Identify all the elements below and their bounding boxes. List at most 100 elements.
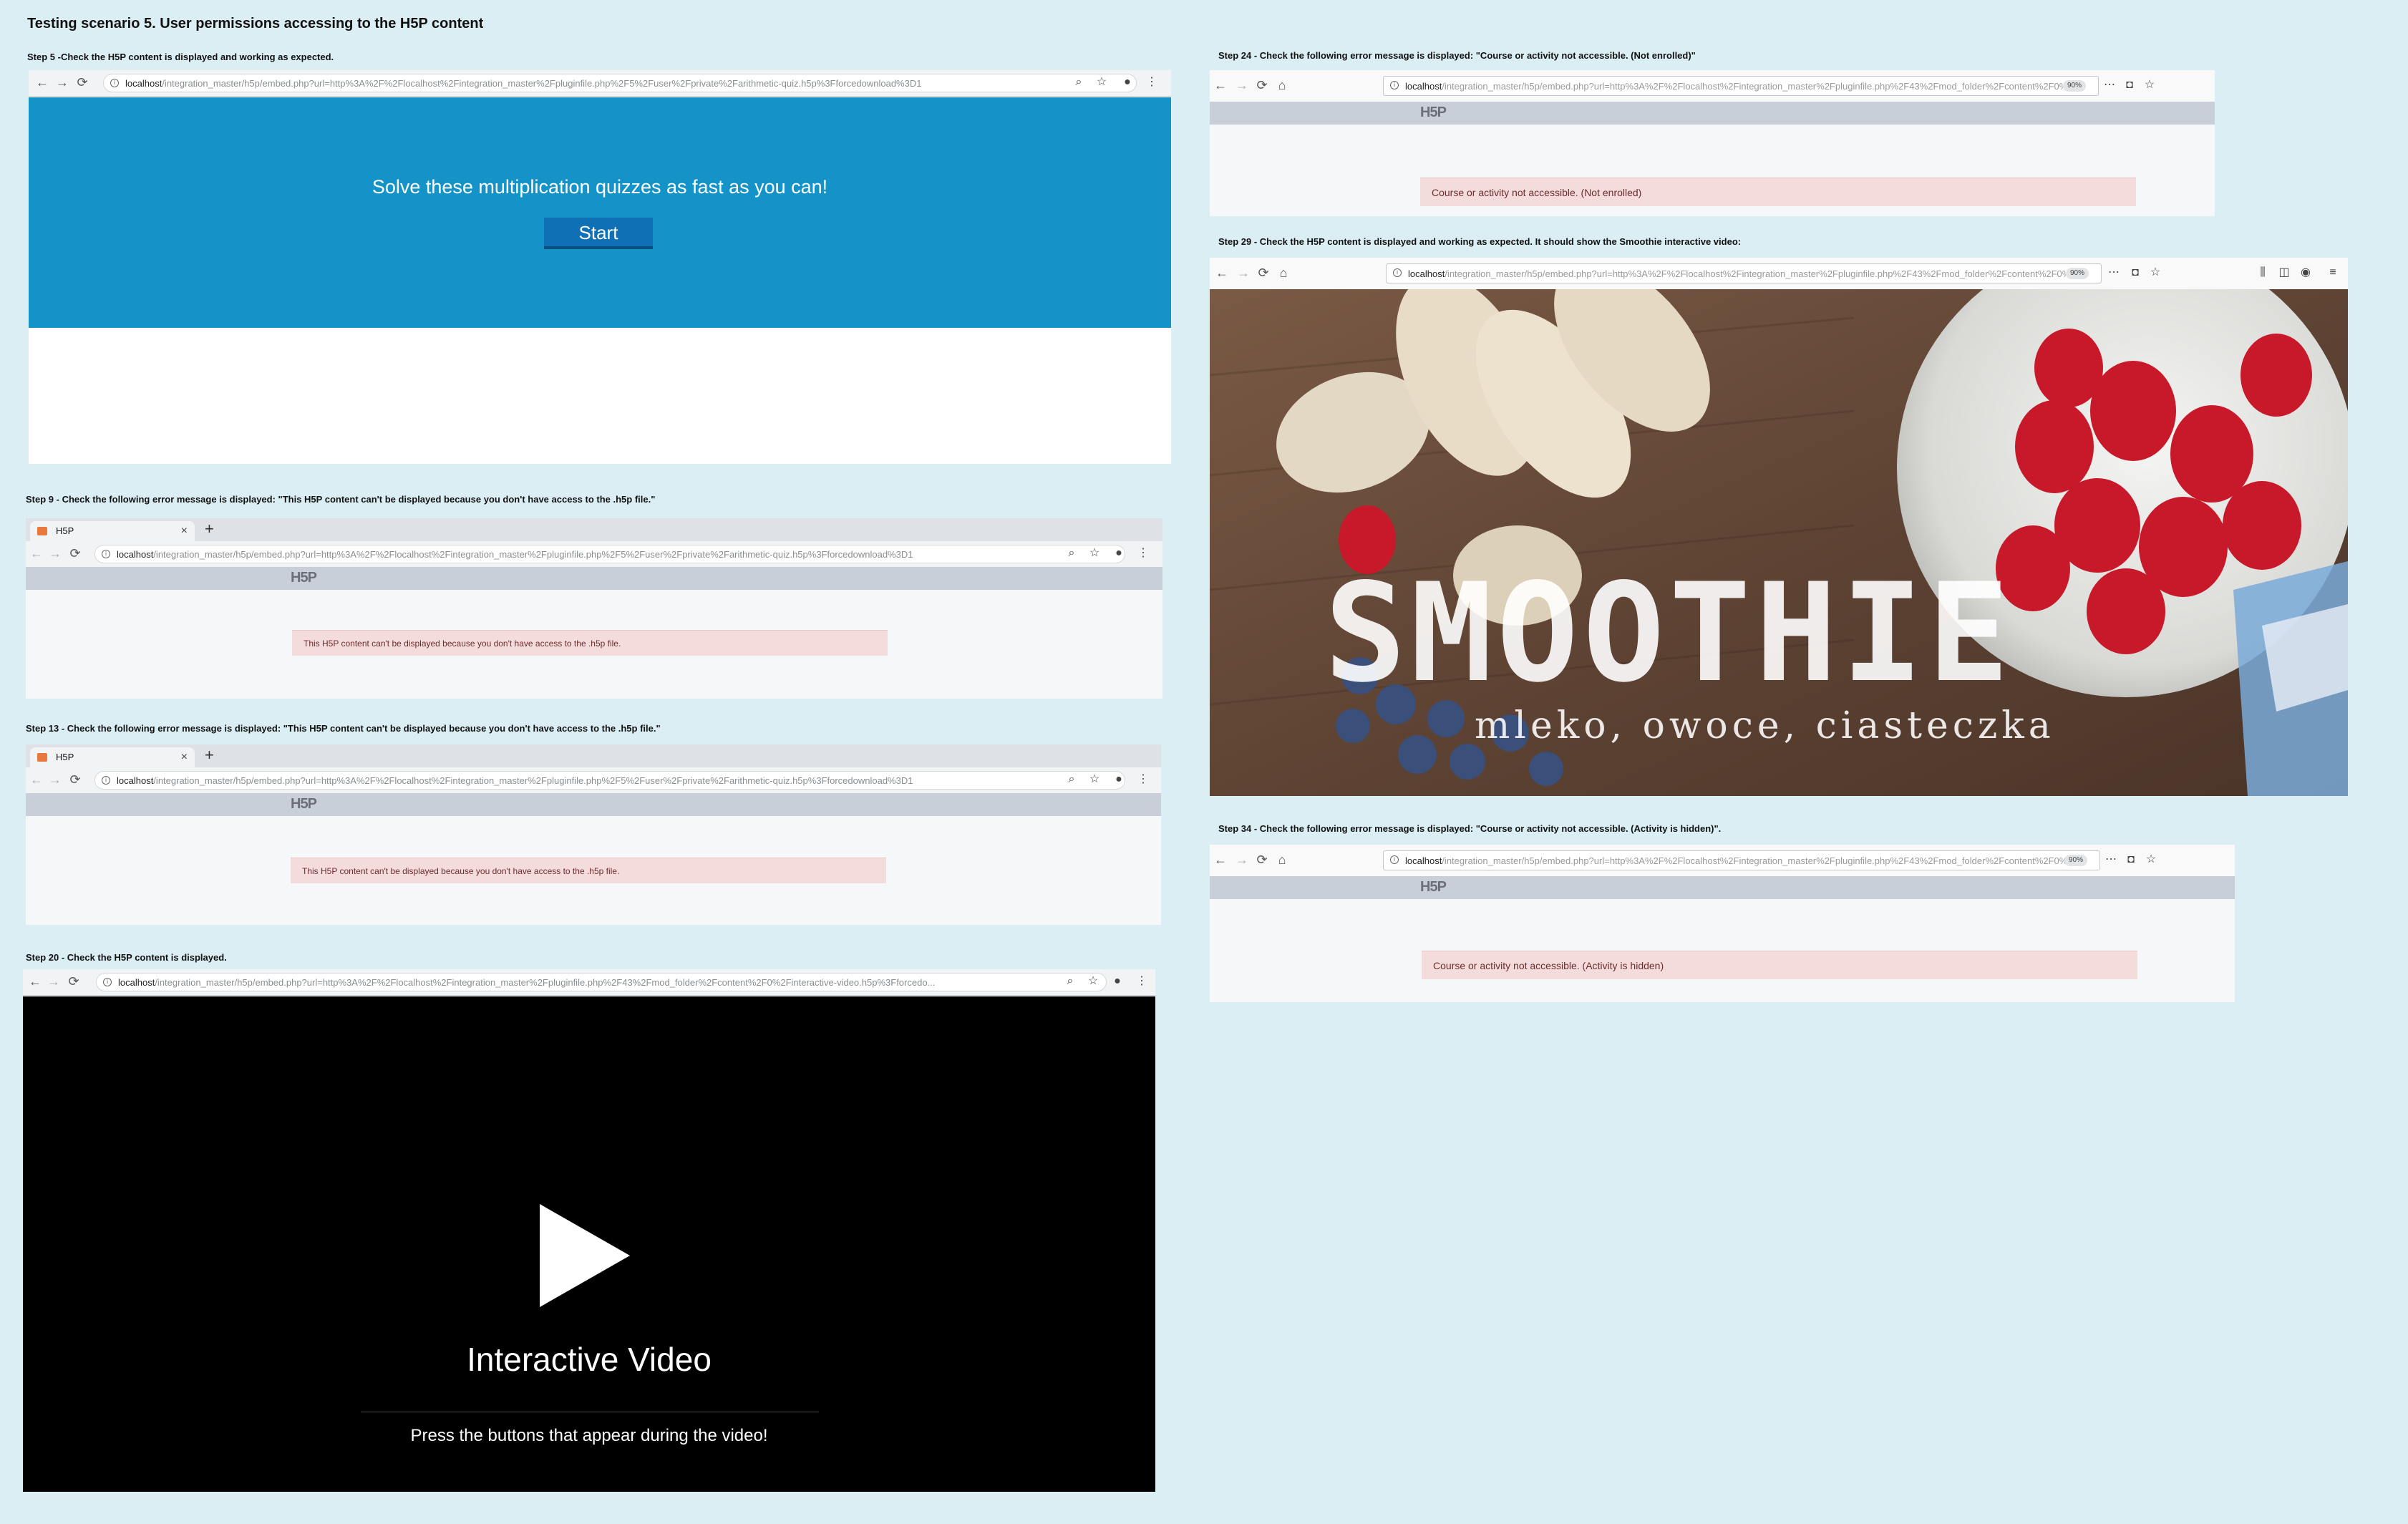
menu-dots-icon[interactable]: ⋮ [1135, 772, 1151, 787]
reload-icon[interactable]: ⟳ [1256, 265, 1271, 281]
close-icon[interactable]: × [181, 521, 188, 541]
sidebar-icon[interactable]: ◫ [2276, 266, 2292, 280]
pocket-icon[interactable]: ◘ [2127, 266, 2143, 280]
search-icon[interactable]: ⌕ [1071, 75, 1087, 89]
step-29-caption: Step 29 - Check the H5P content is displ… [1218, 236, 1742, 247]
tab-title: H5P [56, 525, 74, 536]
menu-dots-icon[interactable]: ⋮ [1134, 974, 1150, 989]
url-host: localhost [118, 977, 155, 988]
reload-icon[interactable]: ⟳ [67, 772, 83, 787]
menu-dots-icon[interactable]: ⋯ [2103, 853, 2119, 867]
account-icon[interactable]: ● [1111, 772, 1127, 787]
info-icon[interactable]: i [1390, 81, 1399, 89]
forward-arrow-icon[interactable]: → [54, 74, 70, 90]
address-bar[interactable]: i localhost/integration_master/h5p/embed.… [96, 973, 1107, 991]
url-host: localhost [125, 78, 162, 89]
address-bar[interactable]: i localhost/integration_master/h5p/embed.… [94, 545, 1125, 563]
info-icon[interactable]: i [102, 776, 110, 785]
back-arrow-icon[interactable]: ← [34, 74, 50, 90]
reload-icon[interactable]: ⟳ [74, 74, 90, 90]
hamburger-menu-icon[interactable]: ≡ [2325, 266, 2341, 280]
menu-dots-icon[interactable]: ⋮ [1135, 546, 1151, 560]
search-icon[interactable]: ⌕ [1062, 974, 1078, 989]
search-icon[interactable]: ⌕ [1064, 772, 1079, 787]
browser-tab[interactable]: H5P × [30, 521, 195, 541]
back-arrow-icon[interactable]: ← [29, 772, 44, 787]
url-host: localhost [1405, 855, 1442, 866]
forward-arrow-icon[interactable]: → [1234, 77, 1250, 93]
info-icon[interactable]: i [1390, 855, 1399, 864]
back-arrow-icon[interactable]: ← [1213, 852, 1228, 868]
forward-arrow-icon[interactable]: → [47, 772, 63, 787]
search-icon[interactable]: ⌕ [1064, 546, 1079, 560]
video-player[interactable]: Interactive Video Press the buttons that… [23, 996, 1155, 1492]
home-icon[interactable]: ⌂ [1274, 852, 1290, 868]
tab-strip: H5P × + [26, 518, 1162, 541]
step-5-screenshot: ← → ⟳ i localhost/integration_master/h5p/… [29, 70, 1171, 464]
error-message: Course or activity not accessible. (Not … [1420, 178, 2136, 206]
menu-dots-icon[interactable]: ⋯ [2106, 266, 2122, 280]
info-icon[interactable]: i [110, 79, 119, 87]
zoom-level[interactable]: 90% [2064, 855, 2088, 866]
browser-toolbar: ← → ⟳ i localhost/integration_master/h5p/… [23, 969, 1155, 996]
home-icon[interactable]: ⌂ [1274, 77, 1290, 93]
address-bar[interactable]: i localhost/integration_master/h5p/embed.… [94, 771, 1125, 790]
back-arrow-icon[interactable]: ← [27, 974, 43, 989]
library-icon[interactable]: ⫼ [2255, 266, 2271, 280]
menu-dots-icon[interactable]: ⋮ [1144, 75, 1160, 89]
star-icon[interactable]: ☆ [2147, 266, 2163, 280]
zoom-level[interactable]: 90% [2063, 80, 2087, 92]
browser-tab[interactable]: H5P × [30, 747, 195, 767]
star-icon[interactable]: ☆ [1094, 75, 1110, 89]
h5p-favicon-icon [37, 753, 47, 762]
play-icon[interactable] [540, 1204, 630, 1307]
browser-toolbar: ← → ⟳ ⌂ i localhost/integration_master/h5… [1210, 845, 2235, 877]
step-20-caption: Step 20 - Check the H5P content is displ… [26, 952, 227, 963]
forward-arrow-icon[interactable]: → [1234, 852, 1250, 868]
star-icon[interactable]: ☆ [1087, 546, 1102, 560]
forward-arrow-icon[interactable]: → [46, 974, 62, 989]
back-arrow-icon[interactable]: ← [29, 545, 44, 561]
zoom-level[interactable]: 90% [2066, 268, 2089, 279]
address-bar[interactable]: i localhost/integration_master/h5p/embed.… [1383, 76, 2099, 96]
smoothie-video[interactable]: SMOOTHIE mleko, owoce, ciasteczka [1210, 289, 2348, 796]
start-button[interactable]: Start [544, 218, 653, 249]
account-icon[interactable]: ● [1110, 974, 1125, 989]
tab-strip: H5P × + [26, 744, 1161, 767]
pocket-icon[interactable]: ◘ [2123, 853, 2139, 867]
account-icon[interactable]: ● [1111, 546, 1127, 560]
reload-icon[interactable]: ⟳ [1254, 77, 1270, 93]
address-bar[interactable]: i localhost/integration_master/h5p/embed.… [1383, 850, 2100, 870]
account-icon[interactable]: ● [1120, 75, 1135, 89]
reload-icon[interactable]: ⟳ [1254, 852, 1270, 868]
home-icon[interactable]: ⌂ [1276, 265, 1291, 281]
reload-icon[interactable]: ⟳ [67, 545, 83, 561]
quiz-intro-text: Solve these multiplication quizzes as fa… [372, 176, 828, 198]
star-icon[interactable]: ☆ [1087, 772, 1102, 787]
menu-dots-icon[interactable]: ⋯ [2102, 78, 2117, 92]
step-34-caption: Step 34 - Check the following error mess… [1218, 823, 1722, 834]
forward-arrow-icon[interactable]: → [47, 545, 63, 561]
pocket-icon[interactable]: ◘ [2122, 78, 2137, 92]
close-icon[interactable]: × [181, 747, 188, 767]
star-icon[interactable]: ☆ [2143, 853, 2159, 867]
forward-arrow-icon[interactable]: → [1235, 265, 1251, 281]
star-icon[interactable]: ☆ [2142, 78, 2157, 92]
back-arrow-icon[interactable]: ← [1214, 265, 1230, 281]
reload-icon[interactable]: ⟳ [66, 974, 82, 989]
address-bar[interactable]: i localhost/integration_master/h5p/embed.… [103, 74, 1137, 92]
star-icon[interactable]: ☆ [1085, 974, 1101, 989]
new-tab-icon[interactable]: + [205, 520, 214, 538]
info-icon[interactable]: i [102, 550, 110, 558]
new-tab-icon[interactable]: + [205, 746, 214, 765]
h5p-logo: H5P [1420, 105, 1447, 120]
smoothie-title: SMOOTHIE [1324, 554, 2014, 712]
step-29-screenshot: ← → ⟳ ⌂ i localhost/integration_master/h5… [1210, 258, 2348, 796]
info-icon[interactable]: i [1393, 268, 1402, 277]
back-arrow-icon[interactable]: ← [1213, 77, 1228, 93]
h5p-header: H5P [1210, 102, 2215, 125]
extension-icon[interactable]: ◉ [2298, 266, 2314, 280]
address-bar[interactable]: i localhost/integration_master/h5p/embed.… [1386, 263, 2102, 283]
info-icon[interactable]: i [103, 978, 112, 986]
browser-toolbar: ← → ⟳ i localhost/integration_master/h5p/… [26, 541, 1162, 568]
